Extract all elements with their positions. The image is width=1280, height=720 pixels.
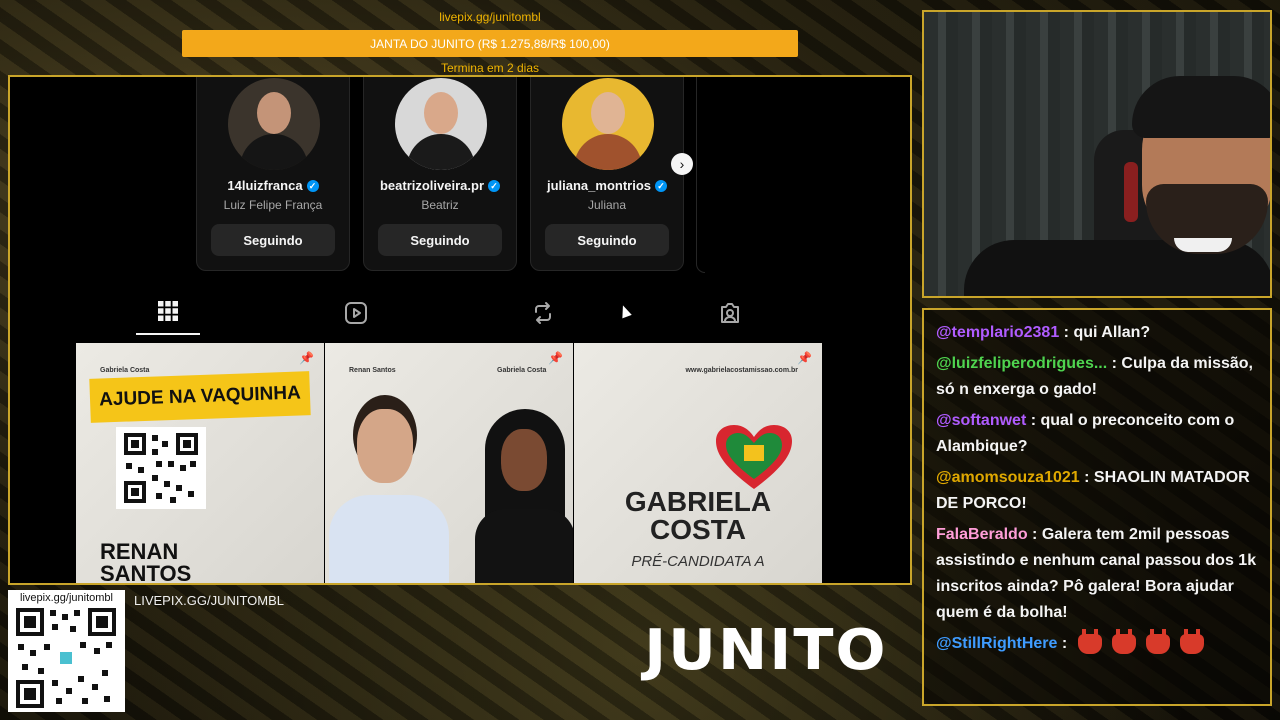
qr-url: livepix.gg/junitombl: [20, 592, 113, 604]
suggested-account-card: 14luizfranca ✓ Luiz Felipe França Seguin…: [196, 77, 350, 271]
suggested-account-card: beatrizoliveira.pr ✓ Beatriz Seguindo: [363, 77, 517, 271]
reposts-icon: [535, 302, 551, 324]
chat-message: @amomsouza1021 : SHAOLIN MATADOR DE PORC…: [936, 465, 1260, 517]
heart-logo-icon: [714, 423, 794, 493]
suggested-account-card: juliana_montrios ✓ Juliana Seguindo: [530, 77, 684, 271]
verified-badge-icon: ✓: [488, 179, 501, 192]
chat-message: @luizfeliperodrigues... : Culpa da missã…: [936, 351, 1260, 403]
person-photo: [329, 395, 449, 583]
chat-message: @templario2381 : qui Allan?: [936, 320, 1260, 346]
candidate-title: GABRIELA COSTA: [574, 488, 822, 544]
chat-panel: @templario2381 : qui Allan? @luizfeliper…: [922, 308, 1272, 706]
pin-icon: 📌: [548, 351, 563, 365]
candidate-subtitle: PRÉ-CANDIDATA A: [631, 553, 765, 570]
name-line: RENAN: [100, 539, 179, 564]
posts-grid-icon: [158, 301, 178, 321]
post-site: www.gabrielacostamissao.com.br: [685, 367, 798, 374]
emote-group: [1077, 628, 1204, 654]
candidate-name: RENAN SANTOS: [100, 539, 300, 584]
tagged-icon: [721, 303, 739, 323]
reels-icon: [345, 302, 367, 324]
following-button[interactable]: Seguindo: [378, 224, 502, 256]
username-text: juliana_montrios: [546, 178, 652, 193]
instagram-profile: 14luizfranca ✓ Luiz Felipe França Seguin…: [10, 77, 910, 583]
account-full-name: Beatriz: [421, 198, 459, 212]
account-username[interactable]: juliana_montrios ✓: [531, 178, 683, 193]
goal-end-text: Termina em 2 dias: [440, 61, 540, 75]
pin-icon: 📌: [797, 351, 812, 365]
qr-code-image: [116, 427, 206, 509]
tab-tagged[interactable]: [698, 301, 762, 335]
account-full-name: Juliana: [587, 198, 627, 212]
username-text: 14luizfranca: [227, 178, 303, 193]
post-label-right: Gabriela Costa: [497, 367, 547, 374]
following-button[interactable]: Seguindo: [545, 224, 669, 256]
qr-code-icon: [16, 608, 116, 708]
tab-reels[interactable]: [324, 301, 388, 335]
vaquinha-banner: AJUDE NA VAQUINHA: [89, 371, 311, 423]
username-text: beatrizoliveira.pr: [379, 178, 485, 193]
screen-share: 14luizfranca ✓ Luiz Felipe França Seguin…: [8, 75, 912, 585]
verified-badge-icon: ✓: [306, 179, 319, 192]
tab-posts[interactable]: [136, 301, 200, 335]
goal-label: JANTA DO JUNITO (R$ 1.275,88/R$ 100,00): [370, 36, 610, 51]
chat-message: @StillRightHere :: [936, 628, 1260, 657]
account-username[interactable]: 14luizfranca ✓: [197, 178, 349, 193]
post-thumbnail[interactable]: www.gabrielacostamissao.com.br GABRIELA …: [574, 343, 822, 583]
chat-username[interactable]: @amomsouza1021: [936, 469, 1080, 486]
post-thumbnail[interactable]: Gabriela Costa AJUDE NA VAQUINHA RENAN S…: [76, 343, 324, 583]
chat-text: :: [1057, 635, 1072, 652]
account-username[interactable]: beatrizoliveira.pr ✓: [364, 178, 516, 193]
goal-url: livepix.gg/junitombl: [439, 10, 541, 24]
next-arrow-icon[interactable]: ›: [671, 153, 693, 175]
chat-username[interactable]: @StillRightHere: [936, 635, 1057, 652]
account-full-name: Luiz Felipe França: [223, 198, 323, 212]
post-thumbnail[interactable]: Renan Santos Gabriela Costa 📌: [325, 343, 573, 583]
partial-card: [696, 77, 705, 273]
following-button[interactable]: Seguindo: [211, 224, 335, 256]
title-line: GABRIELA: [624, 486, 772, 517]
title-line: COSTA: [650, 514, 746, 545]
angry-emote-icon: [1111, 628, 1136, 654]
chat-message: FalaBeraldo : Galera tem 2mil pessoas as…: [936, 522, 1260, 626]
posts-grid: Gabriela Costa AJUDE NA VAQUINHA RENAN S…: [76, 343, 822, 583]
chat-username[interactable]: @luizfeliperodrigues...: [936, 355, 1107, 372]
webcam-feed: [922, 10, 1272, 298]
post-author-label: Gabriela Costa: [100, 367, 150, 374]
tab-reposts[interactable]: [511, 301, 575, 335]
avatar[interactable]: [395, 78, 487, 170]
chat-username[interactable]: @templario2381: [936, 324, 1059, 341]
angry-emote-icon: [1179, 628, 1204, 654]
profile-tabs: [10, 293, 910, 337]
livepix-link: LIVEPIX.GG/JUNITOMBL: [134, 593, 285, 608]
person-photo: [475, 409, 573, 583]
goal-progress-bar: JANTA DO JUNITO (R$ 1.275,88/R$ 100,00): [182, 30, 798, 57]
post-label-left: Renan Santos: [349, 367, 396, 374]
avatar[interactable]: [562, 78, 654, 170]
junito-logo: JUNITO: [644, 618, 888, 683]
chat-text: : qui Allan?: [1059, 324, 1151, 341]
name-line: SANTOS: [100, 561, 192, 584]
angry-emote-icon: [1145, 628, 1170, 654]
avatar[interactable]: [228, 78, 320, 170]
angry-emote-icon: [1077, 628, 1102, 654]
pin-icon: 📌: [299, 351, 314, 365]
verified-badge-icon: ✓: [655, 179, 668, 192]
chat-message: @softanwet : qual o preconceito com o Al…: [936, 408, 1260, 460]
chat-username[interactable]: FalaBeraldo: [936, 526, 1028, 543]
livepix-qr: livepix.gg/junitombl: [8, 590, 125, 712]
chat-username[interactable]: @softanwet: [936, 412, 1026, 429]
